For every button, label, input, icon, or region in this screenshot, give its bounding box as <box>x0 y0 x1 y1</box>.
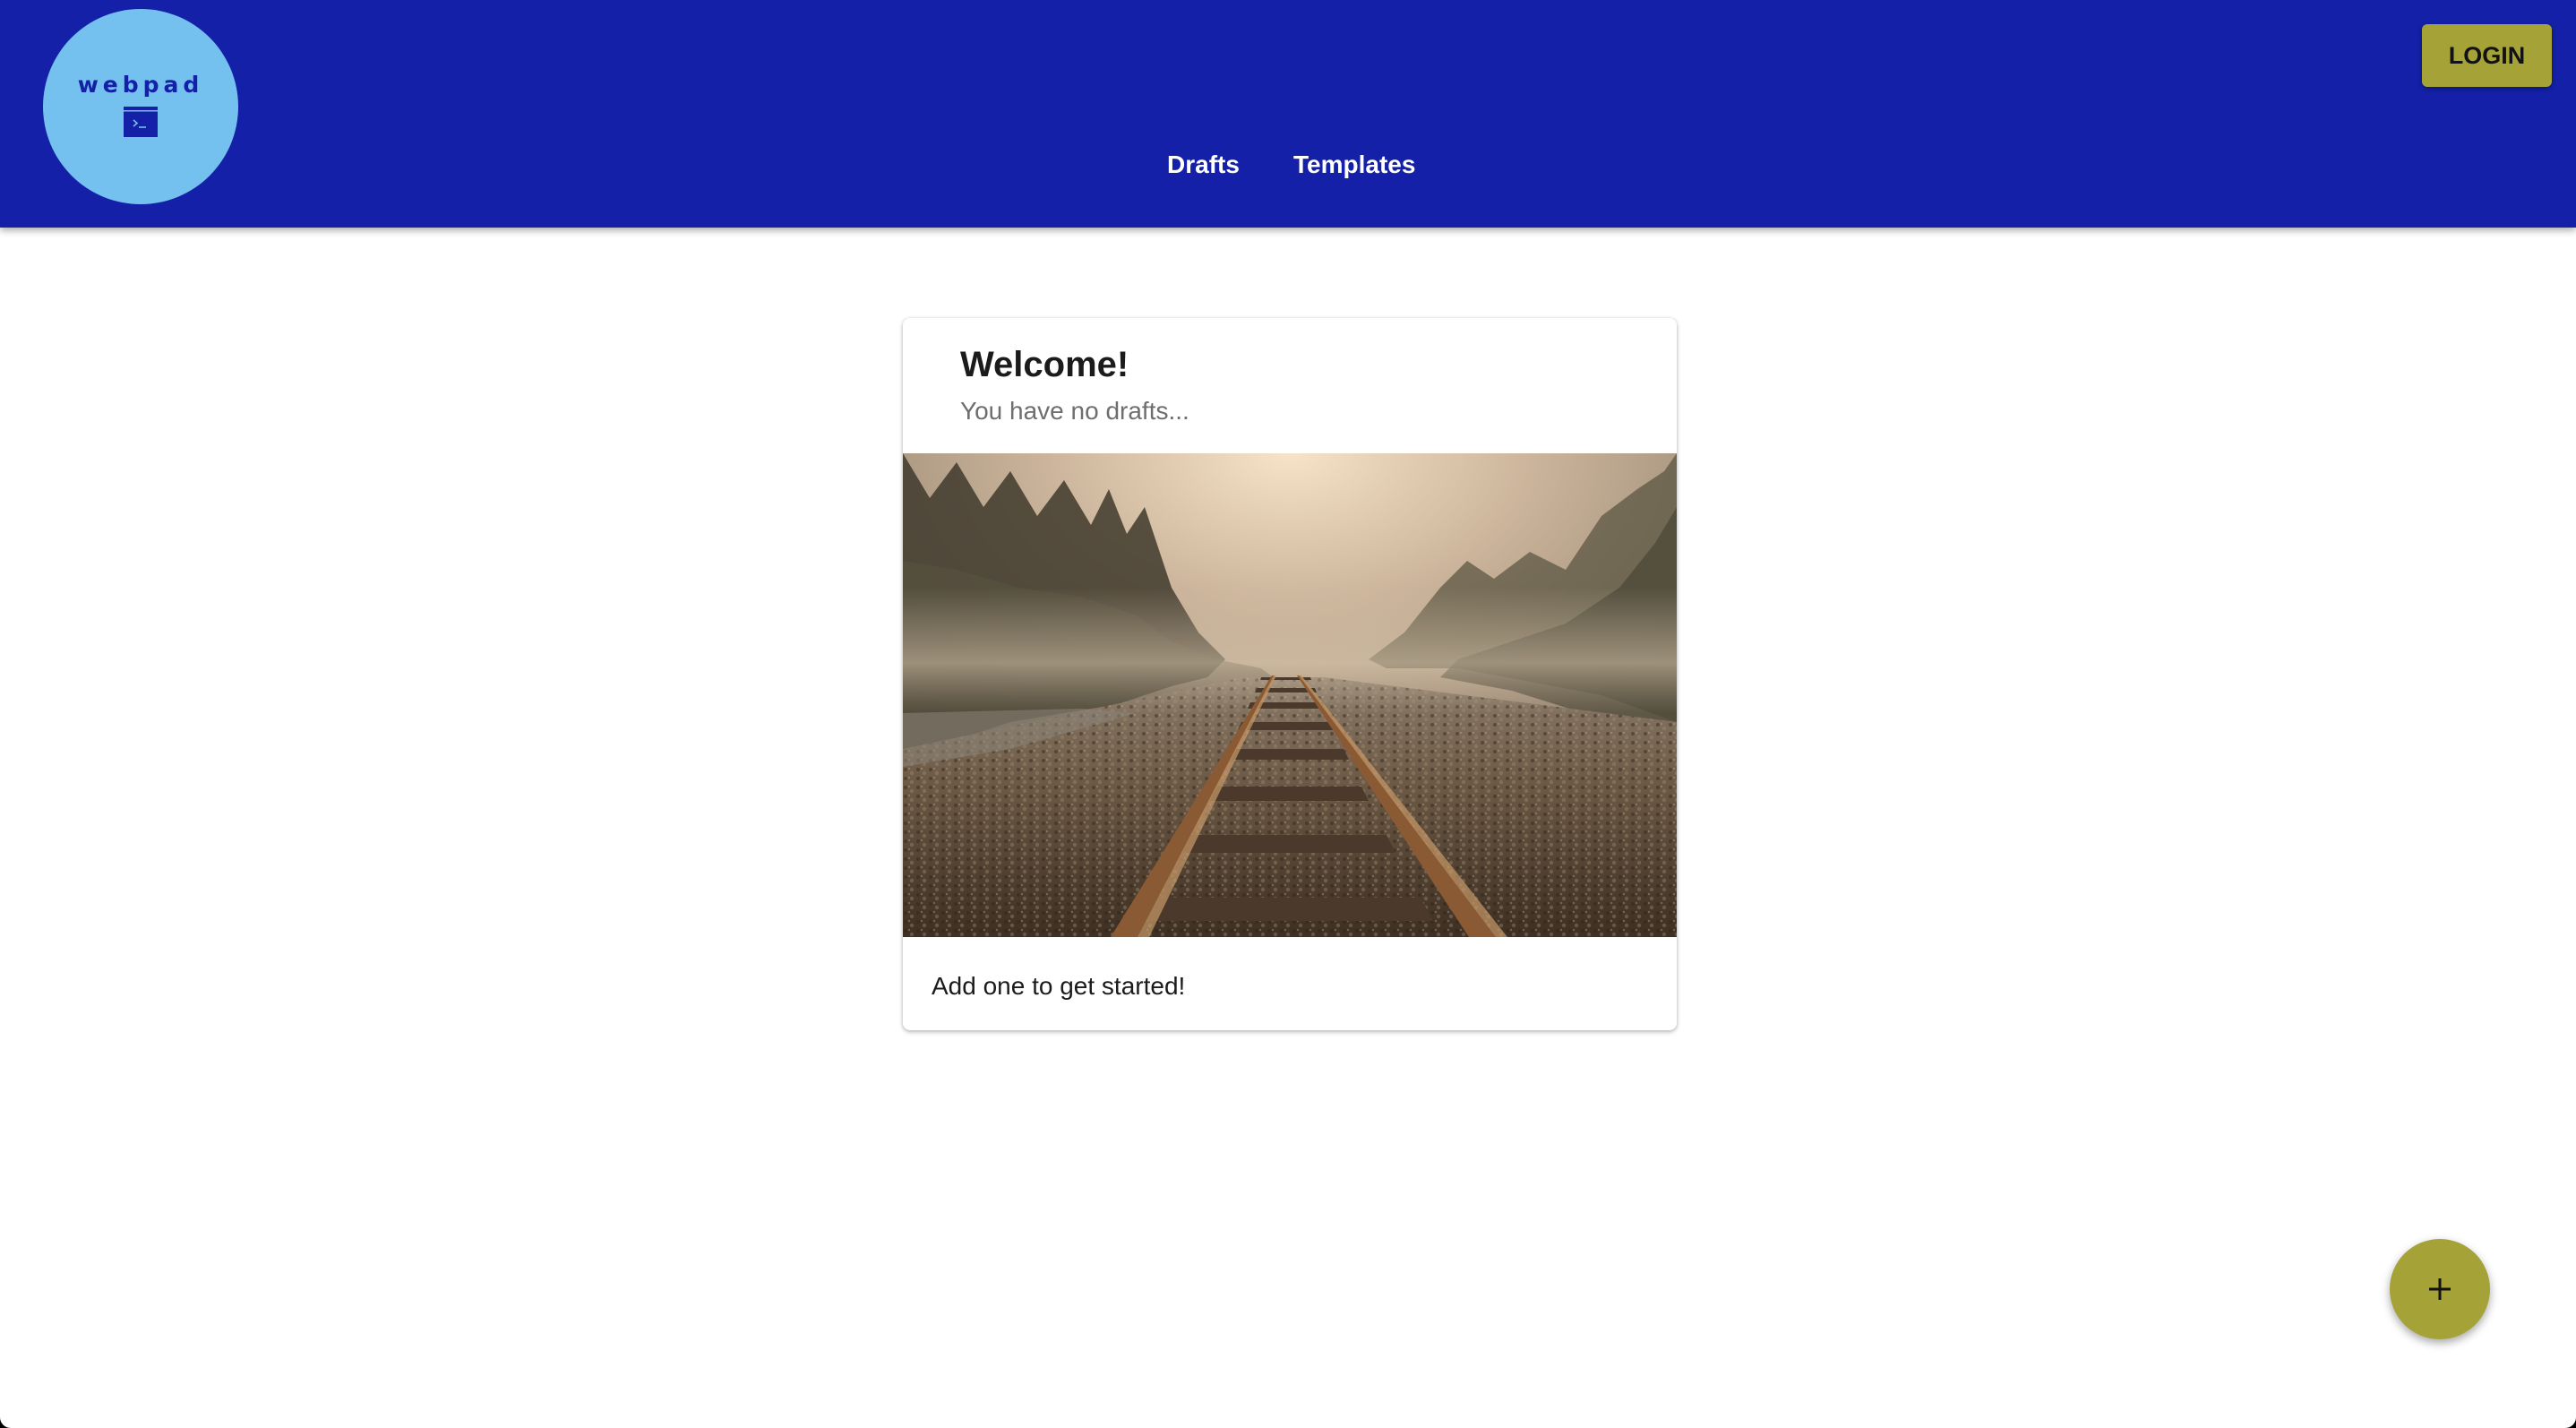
app-page: webpad Drafts Templates LOGIN Welcome! Y… <box>0 0 2576 1428</box>
main-nav: Drafts Templates <box>0 151 2576 190</box>
login-button[interactable]: LOGIN <box>2422 24 2552 87</box>
nav-templates-link[interactable]: Templates <box>1293 151 1415 179</box>
card-subtitle: You have no drafts... <box>960 397 1189 425</box>
app-bar: webpad Drafts Templates LOGIN <box>0 0 2576 228</box>
welcome-card: Welcome! You have no drafts... Add one t… <box>903 318 1677 1030</box>
nav-drafts-link[interactable]: Drafts <box>1167 151 1240 179</box>
terminal-icon <box>124 106 158 137</box>
card-body-text: Add one to get started! <box>932 972 1186 1000</box>
logo-text: webpad <box>77 71 204 98</box>
railroad-tracks-image <box>903 453 1677 937</box>
plus-icon <box>2429 1278 2451 1300</box>
card-title: Welcome! <box>960 345 1129 384</box>
add-draft-button[interactable] <box>2390 1239 2490 1339</box>
